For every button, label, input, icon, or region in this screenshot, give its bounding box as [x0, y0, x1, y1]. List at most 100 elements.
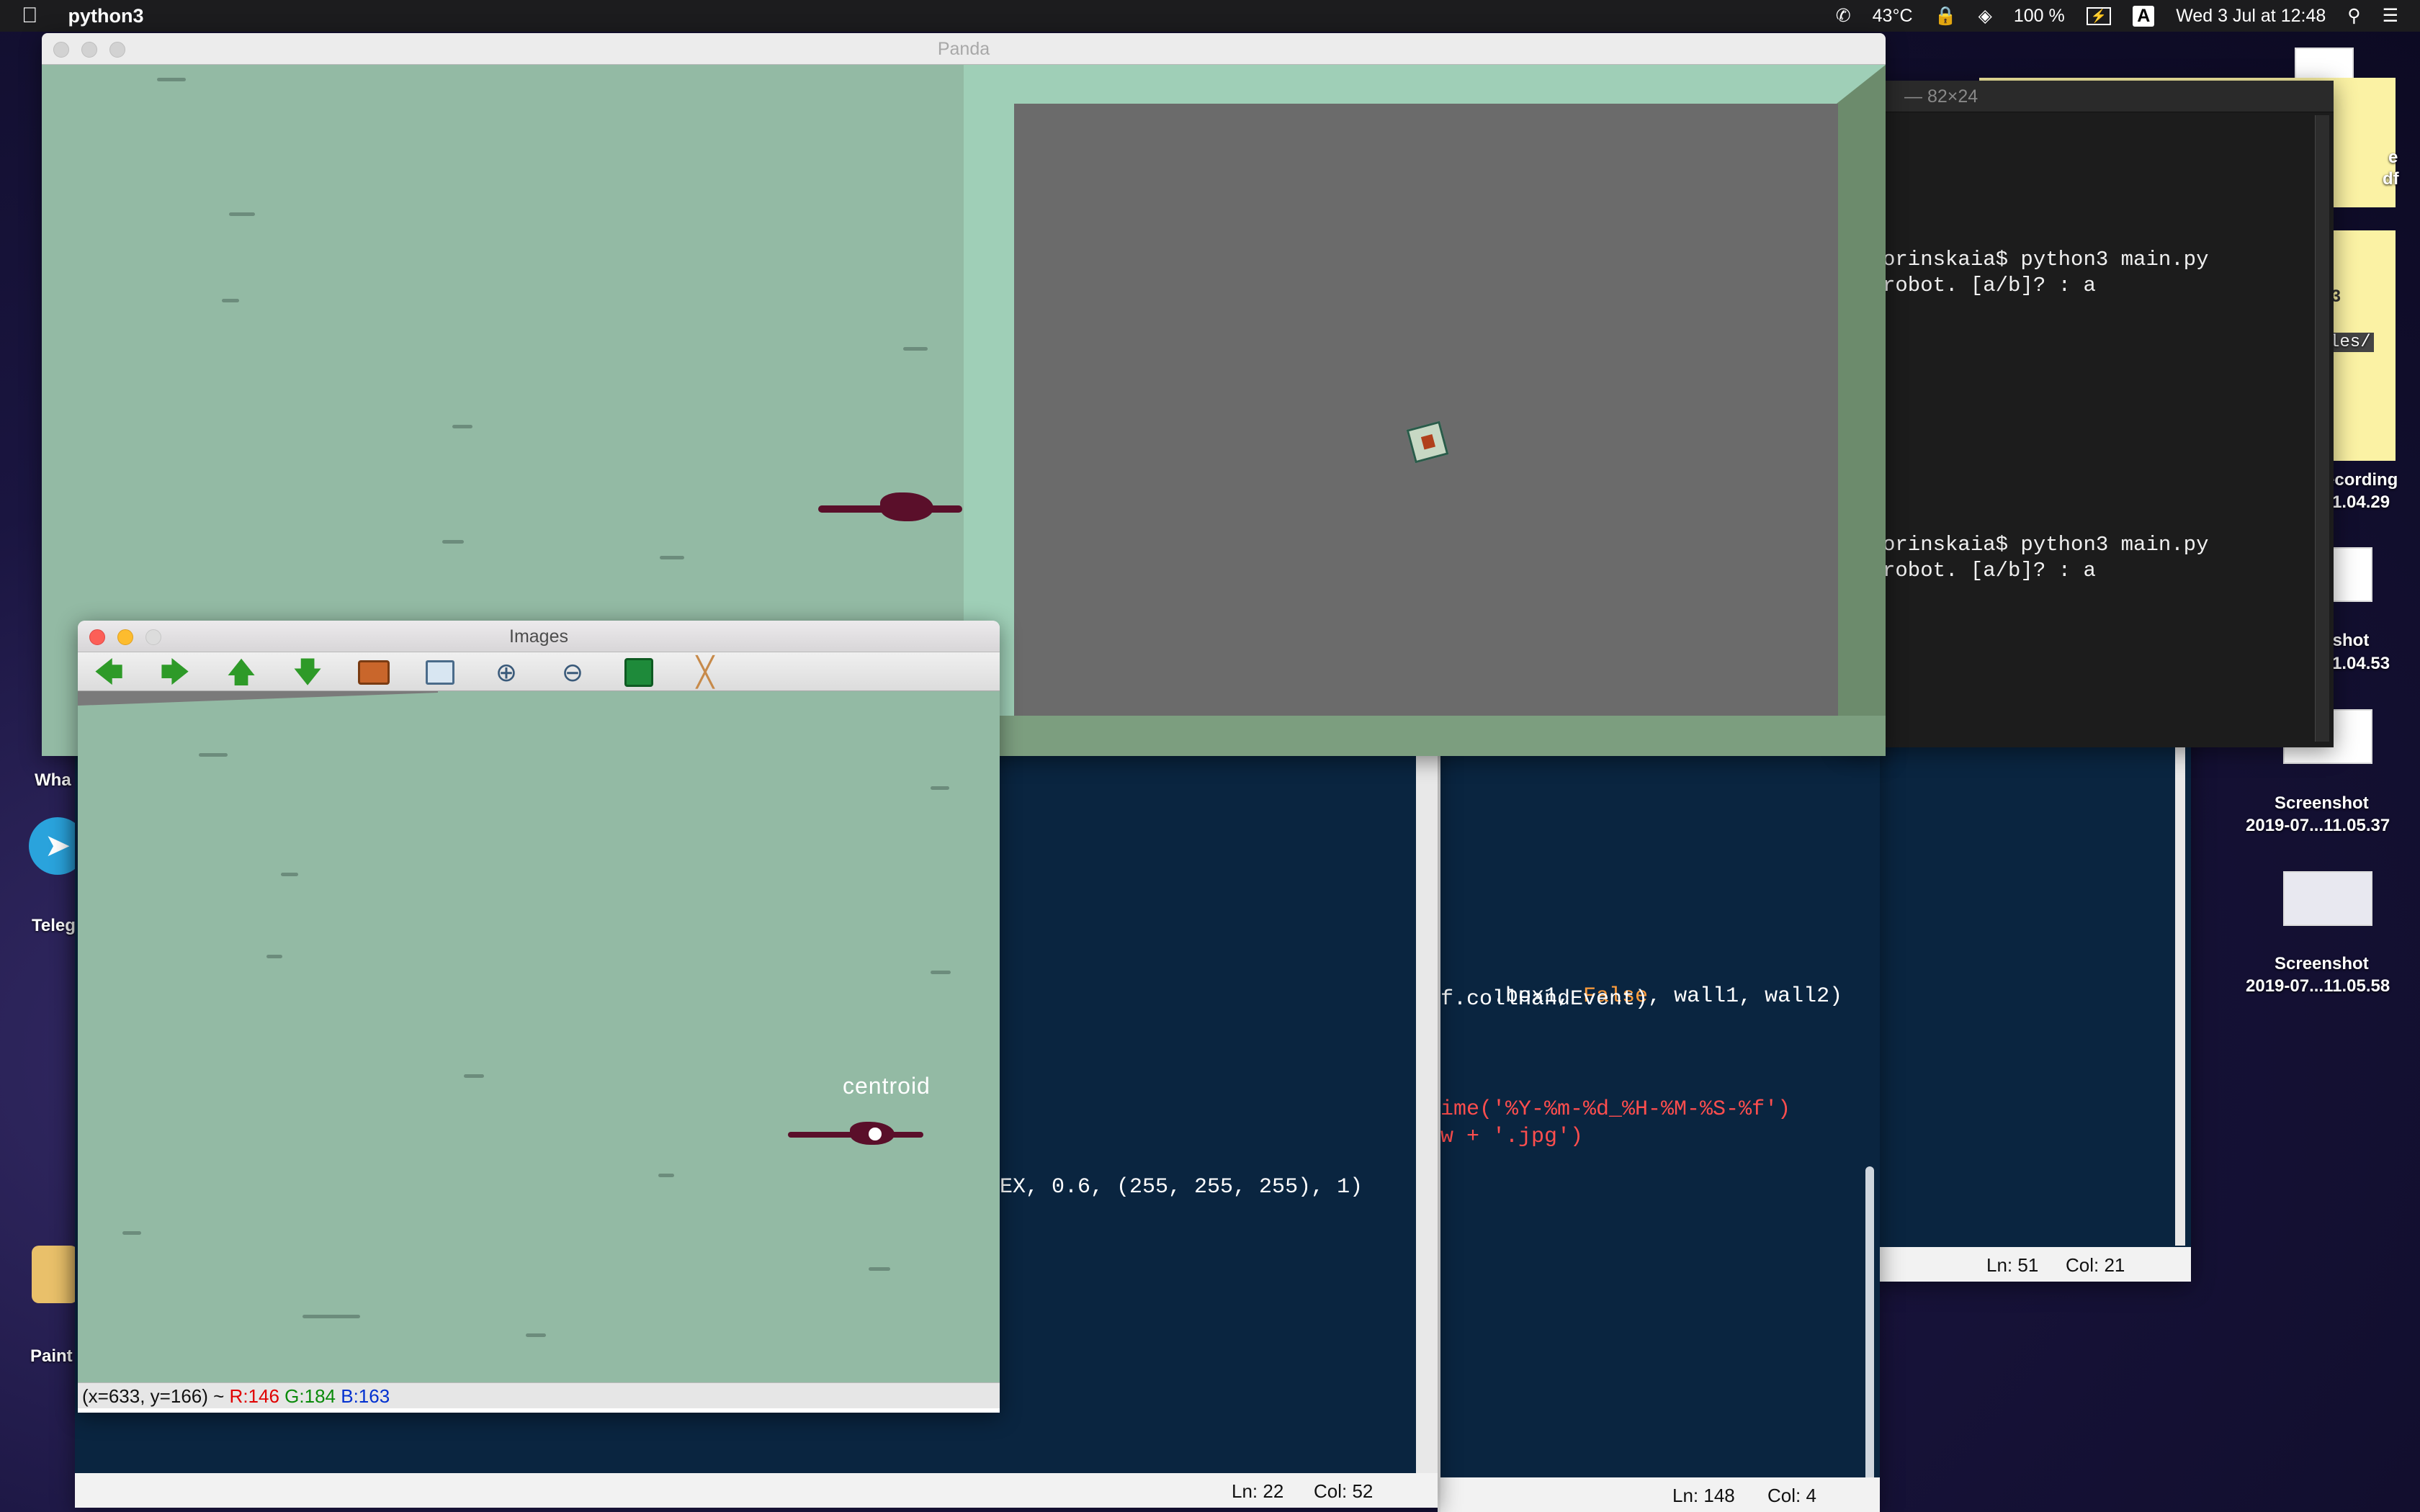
status-column: Col: 21: [2066, 1254, 2125, 1276]
image-icon[interactable]: [354, 658, 393, 687]
status-line: Ln: 51: [1986, 1254, 2039, 1276]
floor-speck: [302, 1315, 360, 1318]
datetime[interactable]: Wed 3 Jul at 12:48: [2176, 6, 2326, 27]
status-line: Ln: 148: [1672, 1485, 1735, 1506]
wifi-icon[interactable]: ◈: [1978, 5, 1992, 27]
arrow-down-icon[interactable]: 🡇: [288, 658, 327, 687]
paint-app-icon[interactable]: [32, 1246, 78, 1303]
pixel-red: R:146: [229, 1385, 279, 1407]
zoom-in-icon[interactable]: ⊕: [487, 658, 526, 687]
pixel-coords: (x=633, y=166) ~: [82, 1385, 225, 1407]
code-line: EX, 0.6, (255, 255, 255), 1): [1000, 1175, 1363, 1200]
app-menu[interactable]: python3: [68, 5, 144, 27]
desktop-icon-label[interactable]: ecording: [2325, 470, 2398, 490]
floor-speck: [464, 1074, 484, 1078]
floor-speck: [903, 347, 928, 351]
floor-speck: [229, 212, 255, 216]
arena-bottom-wall: [964, 716, 1886, 756]
battery-icon[interactable]: ⚡: [2086, 6, 2112, 25]
desktop-icon-label[interactable]: 2019-07...11.05.37: [2246, 816, 2390, 836]
images-window[interactable]: Images 🡄 🡆 🡅 🡇 ⊕ ⊖ ╳ centroid (x=633, y=…: [78, 621, 1000, 1413]
floor-speck: [931, 786, 949, 790]
temperature-indicator[interactable]: 43°C: [1873, 6, 1913, 27]
minimize-button[interactable]: [117, 629, 133, 645]
floor-speck: [222, 299, 239, 302]
desktop-icon-label[interactable]: 2019-07...11.05.58: [2246, 976, 2390, 996]
status-column: Col: 4: [1767, 1485, 1816, 1506]
centroid-label: centroid: [843, 1073, 931, 1099]
terminal-scrollbar[interactable]: [2315, 115, 2329, 742]
screenshot-thumbnail[interactable]: [2283, 871, 2372, 926]
window-controls: [53, 42, 125, 58]
desktop-icon-label[interactable]: df: [2383, 169, 2399, 189]
arrow-left-icon[interactable]: 🡄: [89, 658, 128, 687]
close-button[interactable]: [89, 629, 105, 645]
floor-speck: [660, 556, 684, 559]
arena-floor: [1014, 104, 1838, 716]
terminal-line: orinskaia$ python3 main.py: [1883, 248, 2209, 271]
close-button[interactable]: [53, 42, 69, 58]
terminal-window[interactable]: — 82×24 orinskaia$ python3 main.py robot…: [1844, 81, 2334, 747]
code-string-line: ime('%Y-%m-%d_%H-%M-%S-%f'): [1440, 1097, 1791, 1122]
zoom-out-icon[interactable]: ⊖: [553, 658, 592, 687]
canvas-top-artifact: [78, 691, 438, 706]
arrow-right-icon[interactable]: 🡆: [156, 658, 194, 687]
window-title: — 82×24: [1904, 86, 1978, 107]
status-column: Col: 52: [1314, 1480, 1373, 1502]
zoom-fit-icon[interactable]: [421, 658, 460, 687]
broom-icon[interactable]: ╳: [686, 658, 725, 687]
window-controls: [89, 629, 161, 645]
editor-scrollbar[interactable]: [2175, 720, 2185, 1246]
window-title: Panda: [937, 39, 990, 59]
images-titlebar[interactable]: Images: [78, 621, 1000, 652]
floor-speck: [199, 753, 228, 757]
zoom-button[interactable]: [109, 42, 125, 58]
images-toolbar: 🡄 🡆 🡅 🡇 ⊕ ⊖ ╳: [78, 652, 1000, 691]
minimize-button[interactable]: [81, 42, 97, 58]
floor-speck: [658, 1174, 674, 1177]
apple-menu-icon[interactable]: : [22, 4, 38, 28]
pixel-green: G:184: [284, 1385, 336, 1407]
floor-speck: [869, 1267, 890, 1271]
battery-percent[interactable]: 100 %: [2014, 6, 2065, 27]
floor-speck: [526, 1333, 546, 1337]
desktop-icon-label[interactable]: Wha: [35, 770, 71, 791]
desktop-icon-label[interactable]: Screenshot: [2275, 954, 2369, 974]
pixel-blue: B:163: [341, 1385, 390, 1407]
centroid-marker: [869, 1128, 882, 1140]
floor-speck: [442, 540, 464, 544]
terminal-line: robot. [a/b]? : a: [1883, 559, 2096, 582]
floor-speck: [281, 873, 298, 876]
desktop-icon-label[interactable]: Screenshot: [2275, 793, 2369, 814]
floor-speck: [122, 1231, 141, 1235]
desktop-icon-label[interactable]: e: [2388, 148, 2398, 168]
editor-scrollbar[interactable]: [1865, 1166, 1874, 1483]
menu-bar:  python3 ✆ 43°C 🔒 ◈ 100 % ⚡ A Wed 3 Jul…: [0, 0, 2420, 32]
editor-status-bar: Ln: 22 Col: 52: [75, 1473, 1438, 1508]
spotlight-search-icon[interactable]: ⚲: [2347, 5, 2360, 27]
window-title: Images: [509, 626, 568, 647]
notification-center-icon[interactable]: ☰: [2383, 5, 2398, 27]
lock-icon[interactable]: 🔒: [1935, 6, 1957, 27]
robot-shadow-blob: [880, 492, 933, 521]
viber-status-icon[interactable]: ✆: [1836, 5, 1851, 27]
editor-scrollbar[interactable]: [1416, 720, 1438, 1476]
editor-status-bar: Ln: 51 Col: 21: [1873, 1247, 2191, 1282]
editor-window-3[interactable]: Ln: 51 Col: 21: [1873, 720, 2191, 1282]
floor-speck: [931, 971, 951, 974]
panda-titlebar[interactable]: Panda: [42, 33, 1886, 65]
code-string-line: w + '.jpg'): [1440, 1125, 1584, 1149]
input-source-indicator[interactable]: A: [2133, 5, 2155, 27]
terminal-titlebar[interactable]: — 82×24: [1844, 81, 2334, 112]
arrow-up-icon[interactable]: 🡅: [222, 658, 261, 687]
editor-window-2[interactable]: .box1, False, wall1, wall2) f.collHandEv…: [1438, 720, 1880, 1512]
editor-status-bar: Ln: 148 Col: 4: [1440, 1477, 1880, 1512]
save-icon[interactable]: [619, 658, 658, 687]
desktop-icon-label[interactable]: Paint: [30, 1346, 73, 1367]
desktop-icon-label[interactable]: Teleg: [32, 916, 76, 936]
zoom-button[interactable]: [145, 629, 161, 645]
code-text: , wall1, wall2): [1648, 984, 1843, 1009]
floor-speck: [157, 78, 186, 81]
image-canvas[interactable]: centroid: [78, 691, 1000, 1382]
pixel-status-bar: (x=633, y=166) ~ R:146 G:184 B:163: [78, 1382, 1000, 1408]
